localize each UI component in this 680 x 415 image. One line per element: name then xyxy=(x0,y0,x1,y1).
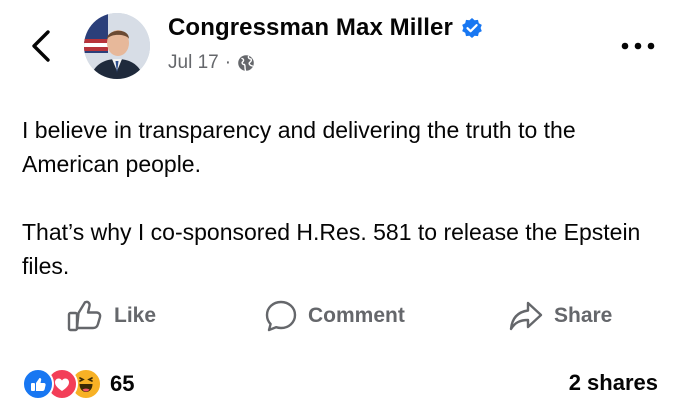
post-paragraph: That’s why I co-sponsored H.Res. 581 to … xyxy=(22,219,641,279)
comment-button[interactable]: Comment xyxy=(264,296,405,336)
globe-icon xyxy=(238,55,254,72)
profile-photo xyxy=(84,13,150,79)
author-row: Congressman Max Miller xyxy=(168,14,483,42)
meta-separator: · xyxy=(224,52,232,73)
post-paragraph: I believe in transparency and delivering… xyxy=(22,117,576,177)
reaction-count: 65 xyxy=(110,371,135,396)
chevron-left-icon xyxy=(32,30,50,62)
post-meta: Jul 17 · xyxy=(168,52,255,74)
share-label: Share xyxy=(554,304,613,327)
back-button[interactable] xyxy=(22,24,62,68)
share-count[interactable]: 2 shares xyxy=(569,370,658,396)
like-label: Like xyxy=(114,304,157,327)
action-bar: Like Comment Share xyxy=(0,296,680,336)
comment-bubble-icon xyxy=(265,300,297,332)
comment-label: Comment xyxy=(308,304,405,327)
more-dots-icon xyxy=(621,42,655,50)
author-name[interactable]: Congressman Max Miller xyxy=(168,14,453,42)
share-arrow-icon xyxy=(509,301,543,331)
post-body: I believe in transparency and delivering… xyxy=(22,113,662,283)
thumbs-up-icon xyxy=(67,300,102,332)
share-button[interactable]: Share xyxy=(508,296,612,336)
verified-badge-icon xyxy=(462,18,482,38)
like-reaction-icon xyxy=(22,368,54,400)
reactions-summary[interactable]: 65 xyxy=(22,368,134,400)
avatar[interactable] xyxy=(84,13,150,79)
more-options-button[interactable] xyxy=(619,38,659,54)
like-button[interactable]: Like xyxy=(66,296,156,336)
post-date[interactable]: Jul 17 xyxy=(168,52,219,74)
